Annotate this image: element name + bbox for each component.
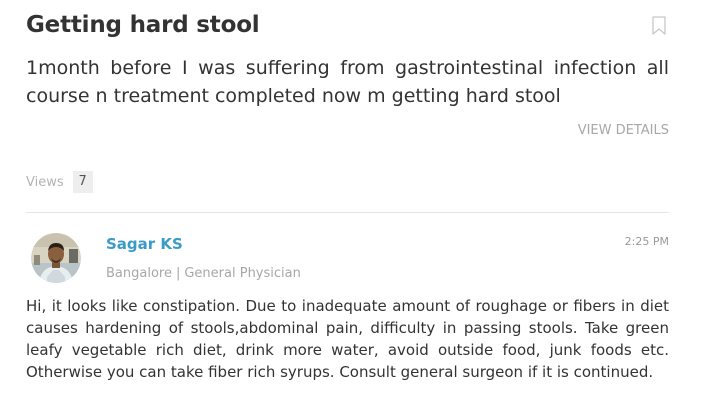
answer-timestamp: 2:25 PM: [624, 235, 669, 248]
views-label: Views: [26, 174, 64, 190]
answer-body: Hi, it looks like constipation. Due to i…: [26, 297, 669, 381]
views-stat: Views 7: [26, 171, 93, 193]
doctor-specialty: General Physician: [184, 266, 301, 281]
views-count-badge: 7: [72, 171, 93, 193]
question-card: Getting hard stool 1month before I was s…: [0, 0, 701, 400]
doctor-name-link[interactable]: Sagar KS: [106, 235, 183, 253]
view-details-link[interactable]: VIEW DETAILS: [578, 123, 669, 138]
bookmark-icon[interactable]: [651, 16, 667, 36]
question-body: 1month before I was suffering from gastr…: [26, 57, 669, 107]
doctor-meta: Bangalore | General Physician: [106, 266, 301, 281]
doctor-location: Bangalore: [106, 266, 172, 281]
doctor-avatar[interactable]: [31, 233, 81, 283]
question-title: Getting hard stool: [26, 12, 260, 38]
meta-separator: |: [175, 266, 181, 281]
divider: [26, 212, 669, 213]
